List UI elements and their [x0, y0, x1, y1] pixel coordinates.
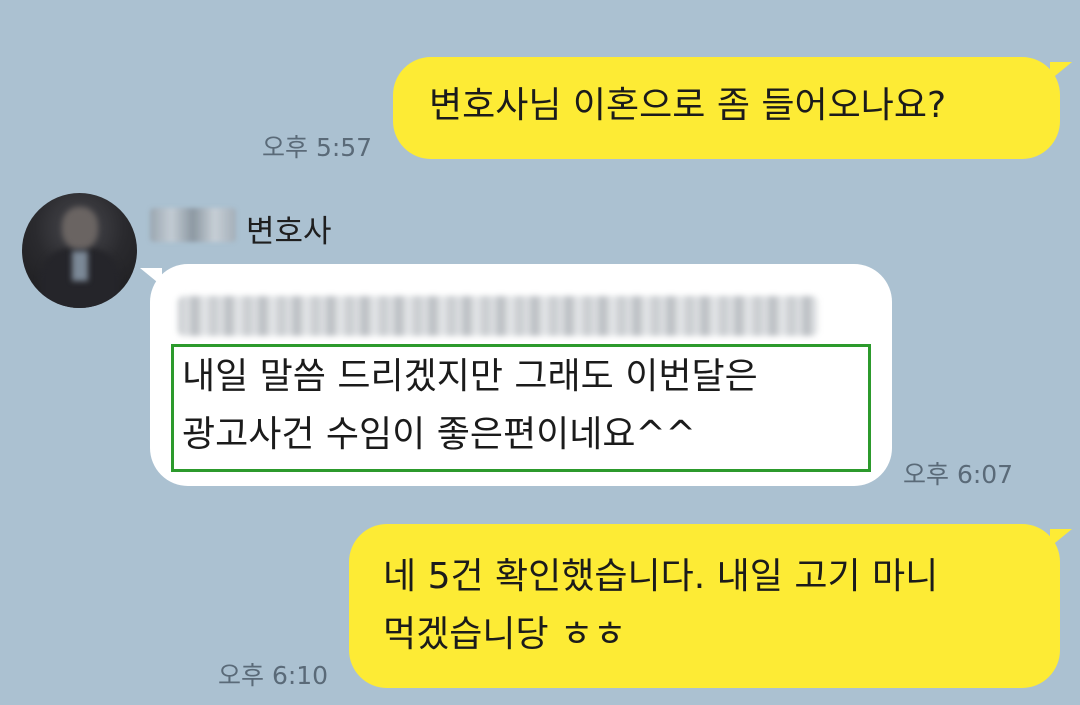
message-text-block: 내일 말씀 드리겠지만 그래도 이번달은 광고사건 수임이 좋은편이네요^^: [182, 348, 758, 464]
message-time: 오후 5:57: [262, 133, 373, 162]
message-text: 내일 말씀 드리겠지만 그래도 이번달은: [182, 356, 758, 397]
message-text: 네 5건 확인했습니다. 내일 고기 마니: [383, 556, 939, 597]
chat-room: 오후 5:57 변호사님 이혼으로 좀 들어오나요? 변호사 내일 말씀 드리겠…: [0, 0, 1080, 705]
avatar-head: [62, 207, 98, 249]
message-text: 변호사님 이혼으로 좀 들어오나요?: [429, 85, 947, 126]
bubble-tail: [140, 268, 162, 286]
message-time: 오후 6:07: [903, 460, 1014, 489]
avatar[interactable]: [22, 193, 137, 308]
bubble-tail: [1050, 529, 1072, 547]
message-text: 광고사건 수임이 좋은편이네요^^: [182, 414, 696, 455]
outgoing-message-bubble[interactable]: 네 5건 확인했습니다. 내일 고기 마니 먹겠습니당 ㅎㅎ: [349, 524, 1060, 688]
message-text: 먹겠습니당 ㅎㅎ: [383, 614, 627, 655]
sender-name-blurred: [150, 208, 236, 242]
blurred-text-line: [178, 296, 818, 336]
outgoing-message-bubble[interactable]: 변호사님 이혼으로 좀 들어오나요?: [393, 57, 1060, 159]
bubble-tail: [1050, 62, 1072, 80]
avatar-shirt: [72, 251, 88, 281]
sender-name: 변호사: [246, 214, 332, 250]
incoming-message-bubble[interactable]: 내일 말씀 드리겠지만 그래도 이번달은 광고사건 수임이 좋은편이네요^^: [150, 264, 892, 486]
message-time: 오후 6:10: [218, 661, 329, 690]
